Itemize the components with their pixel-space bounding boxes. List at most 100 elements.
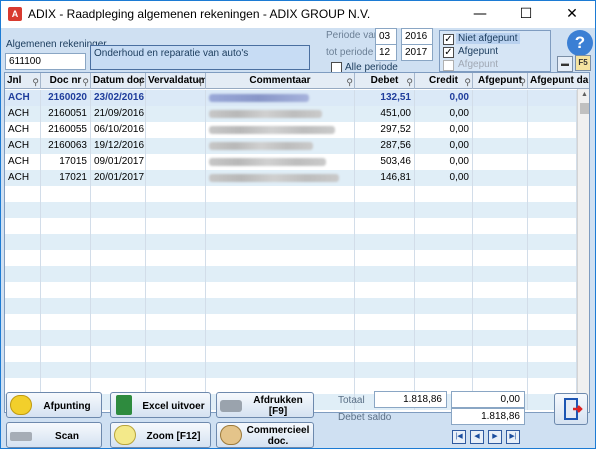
table-row[interactable]: ACH 2160051 21/09/2016 451,00 0,00	[5, 106, 577, 122]
period-to-label: tot periode	[326, 47, 374, 58]
minimize-button[interactable]: —	[457, 1, 503, 28]
column-header-due-date[interactable]: Vervaldatum ⚲	[146, 73, 206, 89]
empty-cell	[5, 314, 41, 330]
table-cell-due	[146, 154, 206, 170]
close-button[interactable]: ✕	[549, 1, 595, 28]
scan-button[interactable]: Scan	[6, 422, 102, 448]
column-header-reconciled[interactable]: Afgepunt ⚲	[473, 73, 528, 89]
empty-cell	[146, 266, 206, 282]
search-icon[interactable]: ⚲	[346, 75, 353, 89]
not-reconciled-label: Niet afgepunt	[456, 33, 520, 44]
last-record-icon[interactable]: ▶|	[506, 430, 520, 444]
help-icon[interactable]: ?	[567, 30, 593, 56]
empty-row	[5, 266, 577, 282]
column-header-date[interactable]: Datum doc ⚲	[91, 73, 146, 89]
table-row[interactable]: ACH 17021 20/01/2017 146,81 0,00	[5, 170, 577, 186]
empty-cell	[146, 234, 206, 250]
search-icon[interactable]: ⚲	[464, 75, 471, 89]
column-header-jnl[interactable]: Jnl ⚲	[5, 73, 41, 89]
column-header-credit[interactable]: Credit ⚲	[415, 73, 473, 89]
empty-cell	[355, 218, 415, 234]
period-from-month-field[interactable]: 03	[375, 28, 397, 45]
table-row[interactable]: ACH 17015 09/01/2017 503,46 0,00	[5, 154, 577, 170]
vertical-scrollbar[interactable]: ▲ ▼	[577, 89, 589, 412]
zoom-button[interactable]: Zoom [F12]	[110, 422, 211, 448]
search-icon[interactable]: ⚲	[82, 75, 89, 89]
debit-balance-label: Debet saldo	[338, 412, 392, 423]
empty-row	[5, 202, 577, 218]
table-row[interactable]: ACH 2160063 19/12/2016 287,56 0,00	[5, 138, 577, 154]
magnifier-icon	[220, 425, 242, 445]
exit-button[interactable]	[554, 393, 588, 425]
period-from-year-field[interactable]: 2016	[401, 28, 433, 45]
search-icon[interactable]: ⚲	[406, 75, 413, 89]
column-header-debet[interactable]: Debet ⚲	[355, 73, 415, 89]
excel-export-button[interactable]: Excel uitvoer	[110, 392, 211, 418]
empty-cell	[355, 266, 415, 282]
print-button[interactable]: Afdrukken [F9]	[216, 392, 314, 418]
account-description-field: Onderhoud en reparatie van auto's	[90, 45, 310, 70]
period-to-month-field[interactable]: 12	[375, 44, 397, 61]
next-record-icon[interactable]: ▶	[488, 430, 502, 444]
empty-row	[5, 186, 577, 202]
empty-cell	[41, 314, 91, 330]
empty-cell	[146, 186, 206, 202]
period-to-year-field[interactable]: 2017	[401, 44, 433, 61]
empty-cell	[91, 202, 146, 218]
empty-cell	[206, 266, 355, 282]
main-panel: Algemenen rekeninger 611100 Onderhoud en…	[1, 28, 595, 448]
search-icon[interactable]: ⚲	[519, 75, 526, 89]
empty-cell	[473, 250, 528, 266]
empty-cell	[415, 250, 473, 266]
reconciled-disabled-checkbox[interactable]	[443, 60, 454, 71]
column-header-reconciled-date[interactable]: Afgepunt da	[528, 73, 589, 89]
table-cell-date: 20/01/2017	[91, 170, 146, 186]
first-record-icon[interactable]: |◀	[452, 430, 466, 444]
save-icon[interactable]: ▬	[557, 56, 573, 72]
empty-cell	[5, 282, 41, 298]
not-reconciled-checkbox[interactable]: ✓	[443, 34, 454, 45]
exit-door-icon	[564, 398, 583, 420]
table-cell-date: 06/10/2016	[91, 122, 146, 138]
empty-cell	[206, 362, 355, 378]
table-cell-debet: 451,00	[355, 106, 415, 122]
previous-record-icon[interactable]: ◀	[470, 430, 484, 444]
account-number-field[interactable]: 611100	[5, 53, 86, 70]
search-icon[interactable]: ⚲	[32, 75, 39, 89]
empty-cell	[528, 362, 577, 378]
scroll-thumb[interactable]	[580, 103, 589, 114]
afpunting-button[interactable]: Afpunting	[6, 392, 102, 418]
total-credit-field: 0,00	[451, 391, 525, 408]
commercial-doc-button[interactable]: Commercieel doc.	[216, 422, 314, 448]
empty-cell	[473, 234, 528, 250]
empty-cell	[91, 234, 146, 250]
table-row[interactable]: ACH 2160055 06/10/2016 297,52 0,00	[5, 122, 577, 138]
table-cell-afg	[473, 122, 528, 138]
scroll-up-icon[interactable]: ▲	[578, 89, 589, 101]
maximize-button[interactable]: ☐	[503, 1, 549, 28]
reconciled-checkbox[interactable]: ✓	[443, 47, 454, 58]
table-cell-credit: 0,00	[415, 122, 473, 138]
redacted-comment	[209, 158, 326, 166]
column-header-doc-nr[interactable]: Doc nr ⚲	[41, 73, 91, 89]
table-cell-doc: 2160020	[41, 90, 91, 106]
table-cell-afg	[473, 90, 528, 106]
empty-cell	[206, 346, 355, 362]
app-window: A ADIX - Raadpleging algemenen rekeninge…	[0, 0, 596, 449]
table-cell-doc: 2160051	[41, 106, 91, 122]
empty-cell	[5, 298, 41, 314]
table-row[interactable]: ACH 2160020 23/02/2016 132,51 0,00	[5, 90, 577, 106]
table-cell-date: 21/09/2016	[91, 106, 146, 122]
column-header-comment[interactable]: Commentaar ⚲	[206, 73, 355, 89]
empty-cell	[206, 234, 355, 250]
table-cell-afgd	[528, 170, 577, 186]
table-cell-afg	[473, 170, 528, 186]
refresh-f5-button[interactable]: F5	[575, 55, 591, 71]
empty-cell	[473, 266, 528, 282]
search-icon[interactable]: ⚲	[137, 75, 144, 89]
empty-cell	[355, 330, 415, 346]
empty-cell	[5, 330, 41, 346]
table-cell-debet: 287,56	[355, 138, 415, 154]
empty-cell	[473, 362, 528, 378]
search-icon[interactable]: ⚲	[197, 75, 204, 89]
